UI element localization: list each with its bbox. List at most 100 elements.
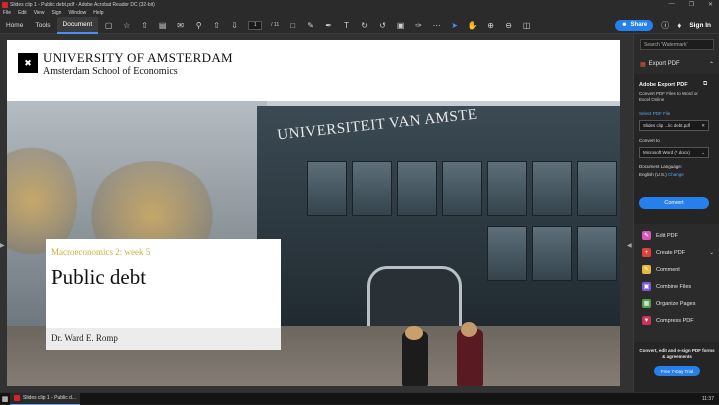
document-language-label: Document Language: (639, 164, 683, 169)
change-language-link[interactable]: Change (668, 172, 684, 177)
uva-logo: ✖ (18, 53, 38, 73)
window-pane (532, 161, 572, 216)
sticky-note-icon[interactable]: □ (288, 21, 297, 30)
menu-sign[interactable]: Sign (51, 10, 61, 16)
select-file-link[interactable]: Select PDF File (639, 111, 670, 116)
selected-file-field[interactable]: Slides clip ...lic debt.pdf ✕ (639, 120, 709, 131)
page-number-input[interactable]: 1 (248, 20, 263, 30)
maximize-button[interactable]: ❐ (689, 1, 694, 8)
more-icon[interactable]: ⋯ (432, 21, 441, 30)
tab-home[interactable]: Home (0, 17, 29, 34)
document-language: English (U.S.) Change (639, 172, 684, 177)
search-icon[interactable]: ⚲ (194, 21, 203, 30)
free-trial-button[interactable]: Free 7-Day Trial (654, 366, 700, 376)
rotate-icon[interactable]: ↻ (360, 21, 369, 30)
clear-file-icon[interactable]: ✕ (701, 123, 708, 129)
window-title: Slides clip 1 - Public debt.pdf - Adobe … (10, 1, 155, 8)
menu-window[interactable]: Window (68, 10, 86, 16)
share-button[interactable]: ☻ Share (615, 19, 654, 31)
print-icon[interactable]: ▤ (158, 21, 167, 30)
toolbar-icons: ▢ ☆ ⇧ ▤ ✉ ⚲ ⇧ ⇩ 1 / 11 □ ✎ ✒ T ↻ ↺ ▣ ✑ ⋯… (104, 20, 531, 30)
acrobat-taskbar-icon (14, 395, 20, 401)
window-pane (577, 161, 617, 216)
sign-icon[interactable]: ✑ (414, 21, 423, 30)
menu-help[interactable]: Help (93, 10, 103, 16)
windows-start-icon[interactable]: ▦ (0, 393, 10, 405)
tab-tools[interactable]: Tools (29, 17, 56, 34)
zoom-in-icon[interactable]: ⊕ (486, 21, 495, 30)
course-subtitle: Macroeconomics 2: week 5 (51, 247, 151, 257)
convert-button[interactable]: Convert (639, 197, 709, 209)
bookmark-star-icon[interactable]: ☆ (122, 21, 131, 30)
share-label: Share (630, 22, 648, 28)
next-page-icon[interactable]: ⇩ (230, 21, 239, 30)
draw-icon[interactable]: ✒ (324, 21, 333, 30)
window-pane (487, 161, 527, 216)
tool-comment[interactable]: ✎ Comment (642, 261, 718, 278)
export-pdf-header[interactable]: ▦ Export PDF ⌃ (640, 59, 714, 69)
export-pdf-icon: ▦ (640, 61, 646, 68)
notifications-icon[interactable]: ♦ (677, 21, 681, 30)
tool-organize-pages[interactable]: ▦ Organize Pages (642, 295, 718, 312)
menu-edit[interactable]: Edit (18, 10, 27, 16)
zoom-out-icon[interactable]: ⊖ (504, 21, 513, 30)
text-icon[interactable]: T (342, 21, 351, 30)
minimize-button[interactable]: — (669, 1, 675, 8)
school-name: Amsterdam School of Economics (43, 66, 178, 77)
convert-to-select[interactable]: Microsoft Word (*.docx) ⌄ (639, 147, 709, 158)
tab-document[interactable]: Document (56, 16, 99, 34)
title-bar: Slides clip 1 - Public debt.pdf - Adobe … (0, 0, 719, 9)
window-controls: — ❐ ✕ (669, 1, 719, 8)
cursor-icon[interactable]: ➤ (450, 21, 459, 30)
toolbar-right: ☻ Share ⓘ ♦ Sign In (615, 19, 719, 31)
highlight-icon[interactable]: ✎ (306, 21, 315, 30)
upload-icon[interactable]: ⇧ (140, 21, 149, 30)
right-pane-toggle-icon[interactable]: ◀ (627, 242, 632, 249)
author-bar: Dr. Ward E. Romp (46, 328, 281, 350)
tool-label: Edit PDF (656, 232, 679, 239)
left-pane-toggle-icon[interactable]: ▶ (0, 242, 5, 249)
menu-bar: File Edit View Sign Window Help (0, 9, 719, 17)
taskbar-acrobat-item[interactable]: Slides clip 1 - Public d... (10, 392, 81, 405)
window-pane (577, 226, 617, 281)
fit-icon[interactable]: ▣ (396, 21, 405, 30)
document-language-value: English (U.S.) (639, 172, 667, 177)
menu-file[interactable]: File (3, 10, 11, 16)
author-name: Dr. Ward E. Romp (51, 333, 118, 343)
tool-compress-pdf[interactable]: ▼ Compress PDF (642, 312, 718, 329)
pdf-page: ✖ UNIVERSITY OF AMSTERDAM Amsterdam Scho… (7, 40, 620, 386)
tool-combine-files[interactable]: ▣ Combine Files (642, 278, 718, 295)
comment-icon: ✎ (642, 265, 651, 274)
close-button[interactable]: ✕ (708, 1, 713, 8)
email-icon[interactable]: ✉ (176, 21, 185, 30)
tool-label: Compress PDF (656, 317, 694, 324)
selected-file-name: Slides clip ...lic debt.pdf (643, 123, 691, 128)
tool-edit-pdf[interactable]: ✎ Edit PDF (642, 227, 718, 244)
person-right-head (461, 322, 477, 337)
export-panel-title: Adobe Export PDF (639, 82, 688, 88)
window-pane (532, 226, 572, 281)
tools-search-input[interactable]: Search 'Watermark' (640, 39, 714, 50)
hand-icon[interactable]: ✋ (468, 21, 478, 30)
compress-pdf-icon: ▼ (642, 316, 651, 325)
help-icon[interactable]: ⓘ (661, 20, 669, 31)
page-view-icon[interactable]: ◫ (522, 21, 531, 30)
document-view[interactable]: ✖ UNIVERSITY OF AMSTERDAM Amsterdam Scho… (0, 34, 633, 392)
system-clock: 11:37 (701, 395, 714, 402)
undo-icon[interactable]: ↺ (378, 21, 387, 30)
tool-label: Organize Pages (656, 300, 696, 307)
window-pane (487, 226, 527, 281)
tool-label: Create PDF (656, 249, 686, 256)
edit-pdf-icon: ✎ (642, 231, 651, 240)
save-icon[interactable]: ▢ (104, 21, 113, 30)
slide-header: ✖ UNIVERSITY OF AMSTERDAM Amsterdam Scho… (7, 40, 620, 101)
acrobat-app-icon (2, 1, 8, 8)
sign-in-link[interactable]: Sign In (689, 22, 711, 29)
person-right (457, 329, 483, 386)
tool-create-pdf[interactable]: + Create PDF ⌄ (642, 244, 718, 261)
external-link-icon[interactable]: ⧉ (703, 81, 707, 88)
menu-view[interactable]: View (34, 10, 45, 16)
window-pane (442, 161, 482, 216)
prev-page-icon[interactable]: ⇧ (212, 21, 221, 30)
trial-promo: Convert, edit and e-sign PDF forms & agr… (634, 342, 719, 392)
